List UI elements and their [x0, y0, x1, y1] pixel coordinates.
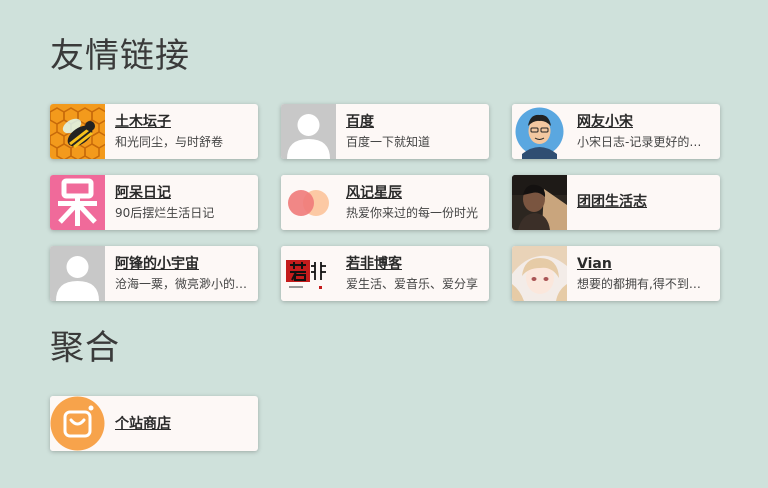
friend-card-adai[interactable]: 阿呆日记 90后摆烂生活日记 [50, 175, 258, 230]
friend-card-xiaosong[interactable]: 网友小宋 小宋日志-记录更好的生活 [512, 104, 720, 159]
friend-desc: 沧海一粟，微亮渺小的宇宙 [115, 277, 250, 291]
friend-name[interactable]: 阿呆日记 [115, 183, 250, 203]
friend-card-info: 阿锋的小宇宙 沧海一粟，微亮渺小的宇宙 [105, 254, 258, 293]
default-user-avatar-icon [50, 246, 105, 301]
anime-girl-avatar-icon [512, 246, 567, 301]
agg-card-info: 个站商店 [105, 414, 258, 434]
friend-card-info: 团团生活志 [567, 192, 720, 213]
friend-name[interactable]: 团团生活志 [577, 192, 712, 212]
friend-card-tumu[interactable]: 土木坛子 和光同尘，与时舒卷 [50, 104, 258, 159]
photo-avatar-icon [512, 175, 567, 230]
friend-desc: 和光同尘，与时舒卷 [115, 135, 224, 149]
shopping-bag-avatar-icon [50, 396, 105, 451]
bee-avatar-icon [50, 104, 105, 159]
friend-card-info: 百度 百度一下就知道 [336, 112, 489, 151]
default-user-avatar-icon [281, 104, 336, 159]
friend-card-tuantuan[interactable]: 团团生活志 [512, 175, 720, 230]
friend-card-info: 土木坛子 和光同尘，与时舒卷 [105, 112, 258, 151]
friend-desc: 想要的都拥有,得不到的都释怀 [577, 277, 712, 291]
friend-card-info: 网友小宋 小宋日志-记录更好的生活 [567, 112, 720, 151]
agg-card-shop[interactable]: 个站商店 [50, 396, 258, 451]
friend-card-info: Vian 想要的都拥有,得不到的都释怀 [567, 254, 720, 293]
friend-card-ruofei[interactable]: 若非博客 爱生活、爱音乐、爱分享 [281, 246, 489, 301]
friend-desc: 爱生活、爱音乐、爱分享 [346, 277, 479, 291]
dai-character-avatar-icon [50, 175, 105, 230]
friends-link-grid: 土木坛子 和光同尘，与时舒卷 百度 百度一下就知道 网友小宋 小宋日志-记录更好… [50, 104, 720, 301]
friend-desc: 90后摆烂生活日记 [115, 206, 215, 220]
friend-name[interactable]: 若非博客 [346, 254, 481, 274]
friend-name[interactable]: 百度 [346, 112, 481, 132]
friend-name[interactable]: 土木坛子 [115, 112, 250, 132]
friend-card-info: 若非博客 爱生活、爱音乐、爱分享 [336, 254, 489, 293]
friend-desc: 百度一下就知道 [346, 135, 431, 149]
agg-name[interactable]: 个站商店 [115, 414, 250, 434]
friend-card-fengji[interactable]: 风记星辰 热爱你来过的每一份时光 [281, 175, 489, 230]
friends-section-title: 友情链接 [50, 36, 190, 76]
friend-card-baidu[interactable]: 百度 百度一下就知道 [281, 104, 489, 159]
friend-card-info: 风记星辰 热爱你来过的每一份时光 [336, 183, 489, 222]
overlapping-circles-avatar-icon [281, 175, 336, 230]
friend-desc: 热爱你来过的每一份时光 [346, 206, 479, 220]
friend-name[interactable]: 网友小宋 [577, 112, 712, 132]
aggregation-section-title: 聚合 [50, 328, 120, 368]
friend-card-vian[interactable]: Vian 想要的都拥有,得不到的都释怀 [512, 246, 720, 301]
friend-card-info: 阿呆日记 90后摆烂生活日记 [105, 183, 258, 222]
friend-name[interactable]: Vian [577, 254, 712, 274]
aggregation-link-grid: 个站商店 [50, 396, 720, 451]
friend-name[interactable]: 风记星辰 [346, 183, 481, 203]
ruofei-logo-icon [281, 246, 336, 301]
cartoon-man-avatar-icon [512, 104, 567, 159]
friend-card-afeng[interactable]: 阿锋的小宇宙 沧海一粟，微亮渺小的宇宙 [50, 246, 258, 301]
friend-name[interactable]: 阿锋的小宇宙 [115, 254, 250, 274]
friend-desc: 小宋日志-记录更好的生活 [577, 135, 712, 149]
